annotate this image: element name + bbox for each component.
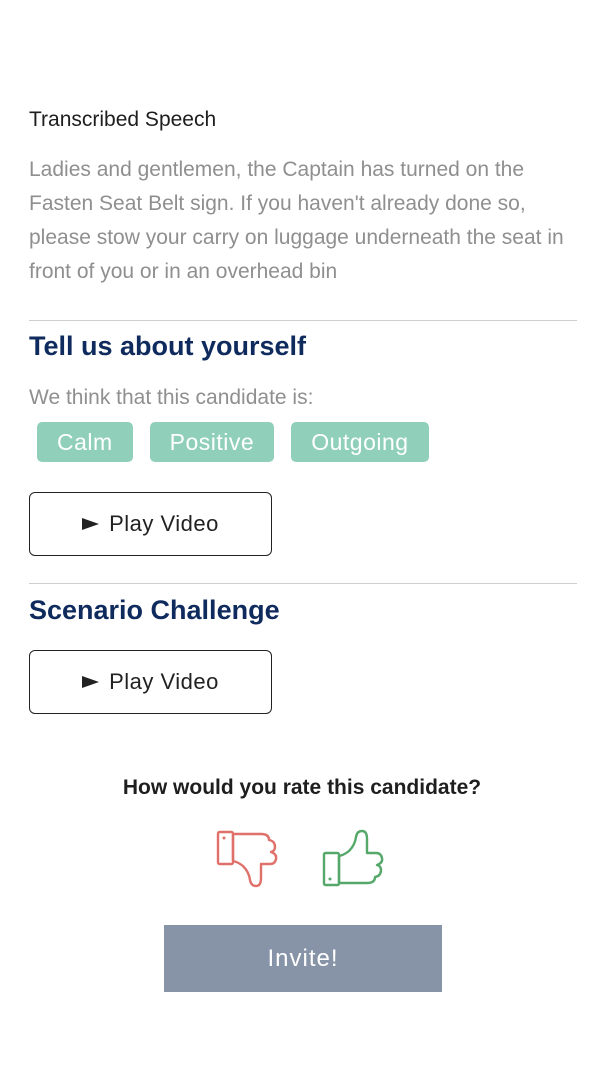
transcribed-speech-text: Ladies and gentlemen, the Captain has tu… <box>29 158 564 283</box>
play-video-label: Play Video <box>109 669 219 694</box>
divider <box>29 583 577 584</box>
trait-tag: Outgoing <box>291 422 429 462</box>
play-video-button-about[interactable]: Play Video <box>29 492 272 556</box>
scenario-heading: Scenario Challenge <box>29 595 280 625</box>
candidate-traits-subtext: We think that this candidate is: <box>29 386 314 409</box>
trait-tags: Calm Positive Outgoing <box>37 422 429 462</box>
play-video-button-scenario[interactable]: Play Video <box>29 650 272 714</box>
transcribed-speech-label: Transcribed Speech <box>29 108 217 131</box>
thumbs-up-icon[interactable] <box>321 827 389 889</box>
divider <box>29 320 577 321</box>
play-icon <box>82 676 100 688</box>
rating-question: How would you rate this candidate? <box>122 776 482 799</box>
thumbs-down-icon[interactable] <box>215 828 283 890</box>
play-video-label: Play Video <box>109 511 219 536</box>
about-heading: Tell us about yourself <box>29 331 307 361</box>
invite-button[interactable]: Invite! <box>164 925 442 992</box>
trait-tag: Calm <box>37 422 133 462</box>
trait-tag: Positive <box>149 422 275 462</box>
play-icon <box>82 518 100 530</box>
